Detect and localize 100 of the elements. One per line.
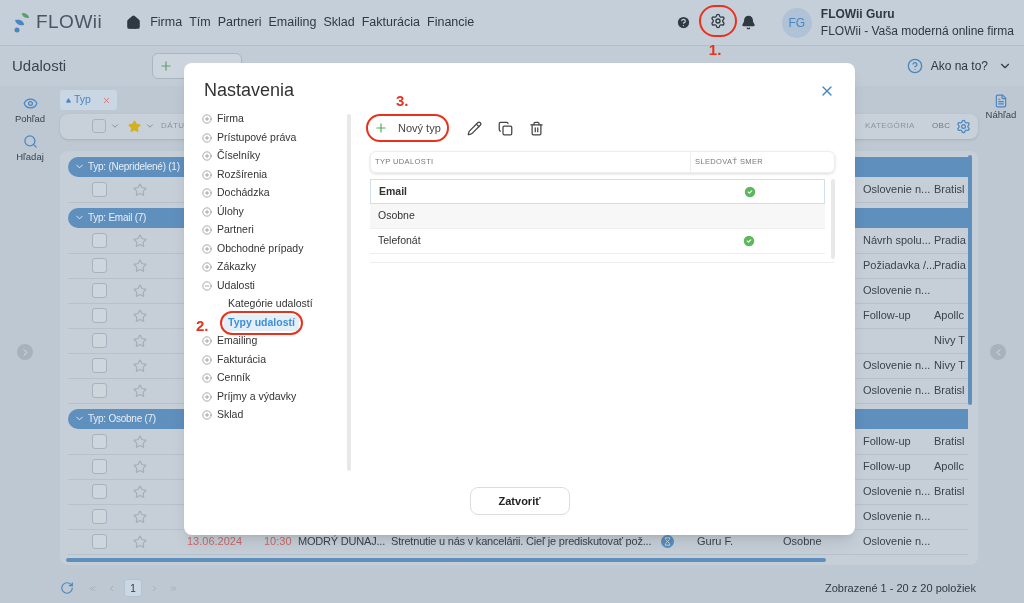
hourglass-icon xyxy=(661,535,674,549)
copy-icon[interactable] xyxy=(497,120,513,136)
star-icon[interactable] xyxy=(133,258,147,273)
nav-link[interactable]: Emailing xyxy=(268,13,317,32)
types-table-row[interactable]: Telefonát xyxy=(370,229,825,254)
table-cell-text: 10:30 xyxy=(263,534,293,550)
help-link[interactable]: Ako na to? xyxy=(930,57,988,75)
horizontal-scrollbar[interactable] xyxy=(66,558,826,563)
expand-button[interactable] xyxy=(17,344,33,360)
star-icon[interactable] xyxy=(133,182,147,197)
row-checkbox[interactable] xyxy=(92,383,107,399)
pencil-icon[interactable] xyxy=(466,120,482,136)
star-icon[interactable] xyxy=(133,484,147,499)
side-button[interactable]: Pohľad xyxy=(14,96,46,127)
settings-nav-item[interactable]: Udalosti xyxy=(202,276,354,295)
nav-label: Prístupové práva xyxy=(217,129,297,145)
types-table-row[interactable]: Osobne xyxy=(370,204,825,229)
settings-sub-item[interactable]: Kategórie udalostí xyxy=(224,296,317,313)
annotation-label: 3. xyxy=(396,90,409,111)
close-button[interactable]: Zatvoriť xyxy=(469,487,570,515)
star-icon[interactable] xyxy=(133,534,147,549)
remove-icon[interactable] xyxy=(101,95,111,105)
settings-nav-item[interactable]: Dochádzka xyxy=(202,184,354,203)
settings-nav-item[interactable]: Obchodné prípady xyxy=(202,239,354,258)
vertical-scrollbar[interactable] xyxy=(968,154,972,405)
row-checkbox[interactable] xyxy=(92,534,107,550)
star-icon[interactable] xyxy=(133,283,147,298)
page-button[interactable]: 1 xyxy=(124,579,142,598)
types-table-row[interactable]: Email xyxy=(370,179,825,204)
table-cell-text: Follow-up xyxy=(862,308,911,324)
previous-page-icon[interactable] xyxy=(107,583,116,593)
settings-nav-item[interactable]: Prístupové práva xyxy=(202,128,354,147)
table-cell-text: Follow-up xyxy=(862,434,911,450)
row-checkbox[interactable] xyxy=(92,258,107,274)
star-icon[interactable] xyxy=(133,233,147,248)
table-cell-text: Guru F. xyxy=(696,534,735,550)
row-checkbox[interactable] xyxy=(92,182,107,198)
header-checkbox[interactable] xyxy=(92,119,106,134)
page-title: Udalosti xyxy=(12,55,67,76)
preview-button[interactable]: Náhľad xyxy=(985,94,1017,123)
row-checkbox[interactable] xyxy=(92,233,107,249)
settings-nav-item[interactable]: Firma xyxy=(202,110,354,129)
eye-icon xyxy=(22,96,38,111)
nav-link[interactable]: Sklad xyxy=(323,13,355,32)
new-type-button[interactable]: Nový typ xyxy=(370,117,445,139)
settings-nav-item[interactable]: Partneri xyxy=(202,221,354,240)
star-icon[interactable] xyxy=(133,333,147,348)
refresh-icon[interactable] xyxy=(60,581,74,596)
row-checkbox[interactable] xyxy=(92,358,107,374)
row-checkbox[interactable] xyxy=(92,509,107,525)
nav-label: Sklad xyxy=(217,407,244,423)
plus-icon xyxy=(202,373,212,384)
star-icon[interactable] xyxy=(133,358,147,373)
nav-link[interactable]: Firma xyxy=(150,13,183,32)
row-checkbox[interactable] xyxy=(92,283,107,299)
star-icon[interactable] xyxy=(133,509,147,524)
annotation-ring xyxy=(698,5,737,37)
company-name: FLOWii - Vaša moderná online firma xyxy=(820,22,1014,40)
settings-icon[interactable] xyxy=(709,13,726,29)
minus-icon xyxy=(202,280,212,291)
nav-link[interactable]: Tím xyxy=(189,13,211,32)
row-checkbox[interactable] xyxy=(92,333,107,349)
settings-nav-item[interactable]: Cenník xyxy=(202,369,354,388)
plus-icon xyxy=(202,243,212,254)
home-icon[interactable] xyxy=(126,15,142,30)
bell-icon[interactable] xyxy=(740,15,756,30)
pagination-summary: Zobrazené 1 - 20 z 20 položiek xyxy=(824,580,976,596)
star-icon[interactable] xyxy=(128,119,141,133)
annotation-label: 1. xyxy=(708,40,722,60)
plus-icon xyxy=(159,59,174,73)
settings-nav-item[interactable]: Rozšírenia xyxy=(202,165,354,184)
settings-nav-item[interactable]: Sklad xyxy=(202,406,354,425)
nav-link[interactable]: Fakturácia xyxy=(361,13,421,32)
row-checkbox[interactable] xyxy=(92,459,107,475)
settings-nav-item[interactable]: Fakturácia xyxy=(202,350,354,369)
settings-nav-item[interactable]: Zákazky xyxy=(202,258,354,277)
trash-icon[interactable] xyxy=(528,120,544,136)
type-name: Telefonát xyxy=(377,233,422,249)
side-button[interactable]: Hľadaj xyxy=(16,134,44,165)
nav-link[interactable]: Financie xyxy=(427,13,475,32)
star-icon[interactable] xyxy=(133,308,147,323)
settings-nav-item[interactable]: Úlohy xyxy=(202,202,354,221)
plus-icon xyxy=(202,206,212,217)
next-page-icon[interactable] xyxy=(150,583,159,593)
row-checkbox[interactable] xyxy=(92,484,107,500)
settings-nav-item[interactable]: Číselníky xyxy=(202,147,354,166)
nav-label: Dochádzka xyxy=(217,185,270,201)
row-checkbox[interactable] xyxy=(92,434,107,450)
settings-nav-item[interactable]: Príjmy a výdavky xyxy=(202,387,354,406)
star-icon[interactable] xyxy=(133,459,147,474)
group-label: Typ: Osobne (7) xyxy=(88,412,156,427)
star-icon[interactable] xyxy=(133,434,147,449)
star-icon[interactable] xyxy=(133,383,147,398)
collapse-button[interactable] xyxy=(990,344,1006,360)
row-checkbox[interactable] xyxy=(92,308,107,324)
nav-link[interactable]: Partneri xyxy=(217,13,262,32)
nav-label: Úlohy xyxy=(217,203,244,219)
help-icon[interactable] xyxy=(675,15,691,30)
table-cell-text: Nivy T xyxy=(933,358,965,374)
document-icon xyxy=(994,94,1008,108)
